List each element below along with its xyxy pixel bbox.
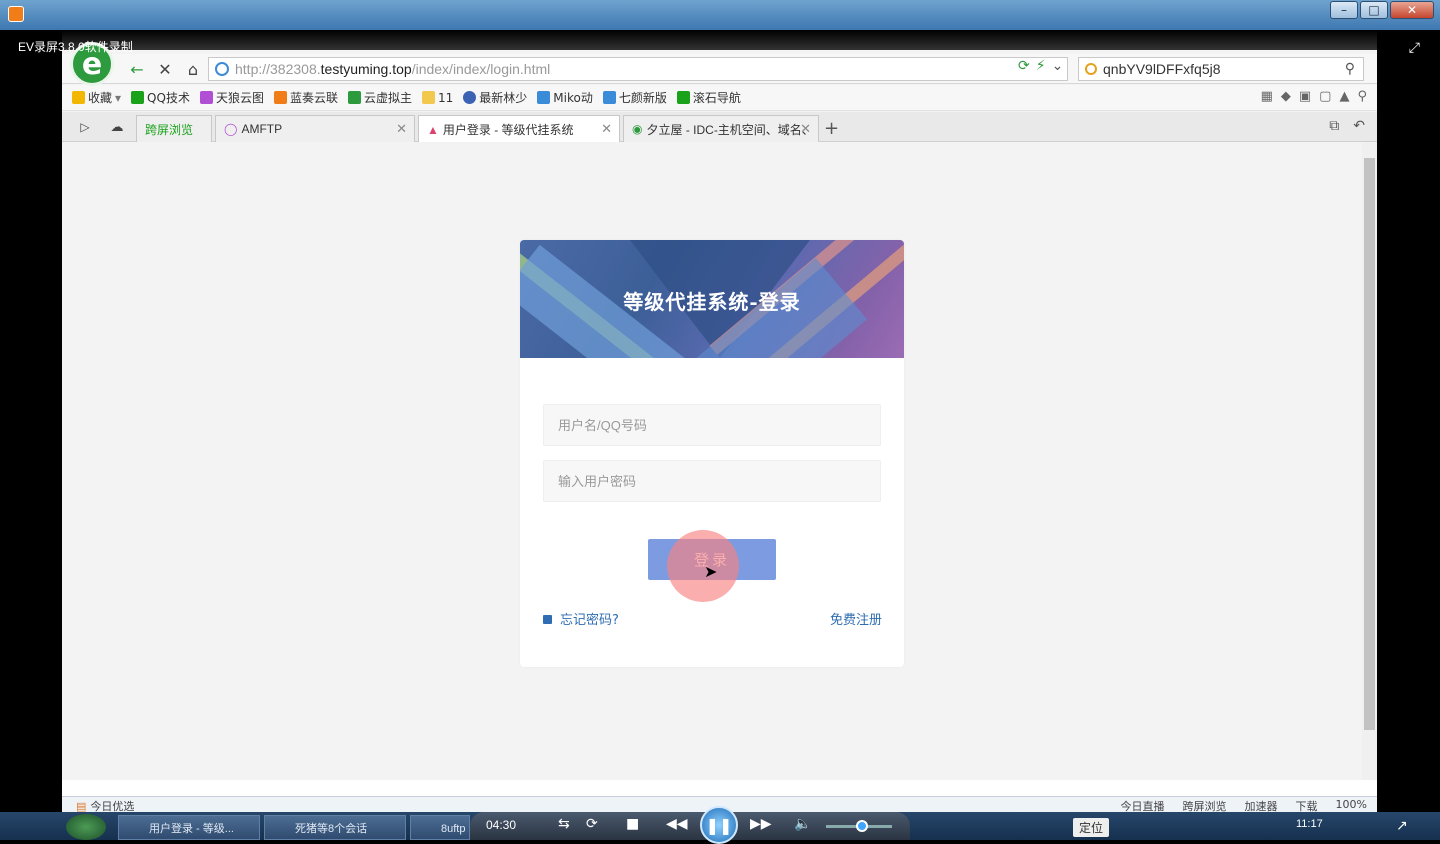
playback-time: 04:30 bbox=[486, 818, 517, 832]
star-icon bbox=[72, 91, 85, 104]
taskbar-item[interactable]: 死猪等8个会话 bbox=[264, 815, 406, 840]
bookmark-icon bbox=[131, 91, 145, 104]
bookmark-icon bbox=[537, 91, 551, 104]
grid-icon[interactable]: ▦ bbox=[1261, 89, 1273, 104]
bookmark-icon bbox=[347, 91, 361, 104]
undo-icon[interactable]: ↶ bbox=[1353, 118, 1365, 134]
system-clock: 11:17 bbox=[1296, 818, 1323, 830]
favorite-item[interactable]: 云虚拟主 bbox=[347, 89, 412, 106]
mouse-cursor-icon: ➤ bbox=[704, 562, 718, 581]
close-icon[interactable]: ✕ bbox=[601, 121, 612, 137]
folder-icon bbox=[422, 91, 435, 104]
bookmark-icon bbox=[463, 91, 477, 104]
bookmark-icon bbox=[273, 91, 287, 104]
url-path: /index/index/login.html bbox=[411, 61, 551, 77]
favorite-item[interactable]: 蓝奏云联 bbox=[273, 89, 338, 106]
player-controls: 04:30 ⇆ ⟳ ■ ◀◀ ❚❚ ▶▶ 🔈 bbox=[470, 806, 910, 844]
right-letterbox bbox=[1377, 30, 1440, 796]
chevron-down-icon[interactable]: ⌄ bbox=[1052, 58, 1064, 74]
tab-login[interactable]: ▲ 用户登录 - 等级代挂系统 ✕ bbox=[418, 115, 620, 143]
calendar-icon: ▤ bbox=[76, 799, 87, 813]
tab-bar: ▷ ☁ 跨屏浏览 ◯ AMFTP ✕ ▲ 用户登录 - 等级代挂系统 ✕ ◉ 夕立屋 - … bbox=[62, 112, 1377, 143]
favorite-item[interactable]: 七颜新版 bbox=[602, 89, 667, 106]
login-title: 等级代挂系统-登录 bbox=[623, 290, 801, 314]
username-input[interactable] bbox=[543, 404, 881, 446]
favorite-item[interactable]: QQ技术 bbox=[131, 89, 190, 106]
left-letterbox bbox=[0, 30, 62, 796]
address-bar: ← ✕ ⌂ http://382308. testyuming.top/index… bbox=[62, 54, 1377, 84]
page-content: 等级代挂系统-登录 登录 ➤ 忘记密码? 免费注册 bbox=[62, 142, 1362, 780]
favorite-item[interactable]: 11 bbox=[422, 91, 453, 105]
stop-icon[interactable]: ✕ bbox=[154, 58, 176, 80]
repeat-icon[interactable]: ⟳ bbox=[586, 816, 598, 832]
browser-title-strip bbox=[62, 30, 1377, 50]
browser-window: e ← ✕ ⌂ http://382308. testyuming.top/ind… bbox=[62, 30, 1377, 796]
scroll-thumb[interactable] bbox=[1364, 158, 1375, 730]
login-card: 等级代挂系统-登录 登录 ➤ 忘记密码? 免费注册 bbox=[520, 240, 904, 667]
exit-fullscreen-icon[interactable]: ↗ bbox=[1396, 818, 1408, 834]
favorite-item[interactable]: Miko动 bbox=[537, 89, 593, 106]
volume-knob[interactable] bbox=[856, 820, 868, 832]
pdf-icon[interactable]: ▣ bbox=[1299, 89, 1311, 104]
page-bottom bbox=[62, 780, 1377, 796]
click-highlight bbox=[667, 530, 739, 602]
lightning-icon[interactable]: ⚡ bbox=[1036, 58, 1046, 74]
favorite-item[interactable]: 滚石导航 bbox=[676, 89, 741, 106]
globe-icon bbox=[215, 62, 229, 76]
close-button[interactable]: ✕ bbox=[1390, 1, 1434, 19]
favorite-item[interactable]: 最新林少 bbox=[463, 89, 527, 106]
tab-idc[interactable]: ◉ 夕立屋 - IDC-主机空间、域名、 ✕ bbox=[623, 115, 819, 142]
password-input[interactable] bbox=[543, 460, 881, 502]
volume-icon[interactable]: 🔈 bbox=[794, 816, 811, 832]
search-engine-icon bbox=[1085, 63, 1097, 75]
search-input[interactable]: qnbYV9lDFFxfq5j8 ⚲ bbox=[1078, 57, 1364, 81]
bookmark-icon bbox=[602, 91, 616, 104]
refresh-icon[interactable]: ⟳ bbox=[1018, 58, 1030, 74]
url-prefix: http://382308. bbox=[235, 61, 321, 77]
window-titlebar: – □ ✕ bbox=[0, 0, 1440, 30]
pause-button[interactable]: ❚❚ bbox=[700, 806, 738, 844]
cloud-icon[interactable]: ☁ bbox=[106, 116, 128, 138]
home-icon[interactable]: ⌂ bbox=[182, 58, 204, 80]
bookmark-icon bbox=[676, 91, 690, 104]
maximize-button[interactable]: □ bbox=[1360, 1, 1388, 19]
minimize-button[interactable]: – bbox=[1330, 1, 1358, 19]
zoom-icon[interactable]: ⚲ bbox=[1357, 89, 1367, 104]
taskbar-item[interactable]: 8uftp - 已连接... bbox=[410, 815, 470, 840]
screenshot-icon[interactable]: ▢ bbox=[1319, 89, 1331, 104]
url-input[interactable]: http://382308. testyuming.top/index/index… bbox=[208, 57, 1068, 81]
page-scrollbar[interactable] bbox=[1362, 142, 1377, 780]
start-button-icon[interactable] bbox=[66, 814, 106, 840]
recording-label: EV录屏3.8.0软件录制 bbox=[18, 40, 133, 54]
search-icon[interactable]: ⚲ bbox=[1345, 60, 1355, 77]
restore-tabs-icon[interactable]: ⧉ bbox=[1329, 118, 1339, 134]
fast-forward-icon[interactable]: ▶▶ bbox=[750, 816, 772, 832]
stop-icon[interactable]: ■ bbox=[626, 816, 639, 832]
lock-icon bbox=[543, 615, 552, 624]
rewind-icon[interactable]: ◀◀ bbox=[666, 816, 688, 832]
register-link[interactable]: 免费注册 bbox=[830, 609, 882, 628]
shuffle-icon[interactable]: ⇆ bbox=[558, 816, 570, 832]
favorite-item[interactable]: 收藏 ▾ bbox=[72, 89, 121, 106]
shield-icon[interactable]: ◆ bbox=[1281, 89, 1291, 104]
close-icon[interactable]: ✕ bbox=[800, 121, 811, 137]
favorites-bar: 收藏 ▾ QQ技术 天狼云图 蓝奏云联 云虚拟主 11 最新林少 Miko动 七颜… bbox=[62, 85, 1377, 111]
login-header: 等级代挂系统-登录 bbox=[520, 240, 904, 358]
new-tab-icon[interactable]: + bbox=[824, 118, 839, 139]
tab-cross-screen[interactable]: 跨屏浏览 bbox=[136, 115, 212, 142]
game-icon[interactable]: ▲ bbox=[1339, 89, 1349, 104]
sidebar-toggle-icon[interactable]: ▷ bbox=[74, 116, 96, 138]
app-icon bbox=[8, 6, 24, 22]
taskbar-item[interactable]: 用户登录 - 等级... bbox=[118, 815, 260, 840]
locate-button[interactable]: 定位 bbox=[1073, 818, 1110, 837]
fullscreen-icon[interactable]: ⤢ bbox=[1409, 40, 1420, 56]
bookmark-icon bbox=[199, 91, 213, 104]
search-text: qnbYV9lDFFxfq5j8 bbox=[1103, 61, 1221, 77]
forgot-password-link[interactable]: 忘记密码? bbox=[543, 609, 619, 628]
url-domain: testyuming.top bbox=[320, 61, 412, 77]
close-icon[interactable]: ✕ bbox=[396, 121, 407, 137]
favorite-item[interactable]: 天狼云图 bbox=[199, 89, 264, 106]
back-icon[interactable]: ← bbox=[126, 58, 148, 80]
tab-amftp[interactable]: ◯ AMFTP ✕ bbox=[215, 115, 415, 142]
